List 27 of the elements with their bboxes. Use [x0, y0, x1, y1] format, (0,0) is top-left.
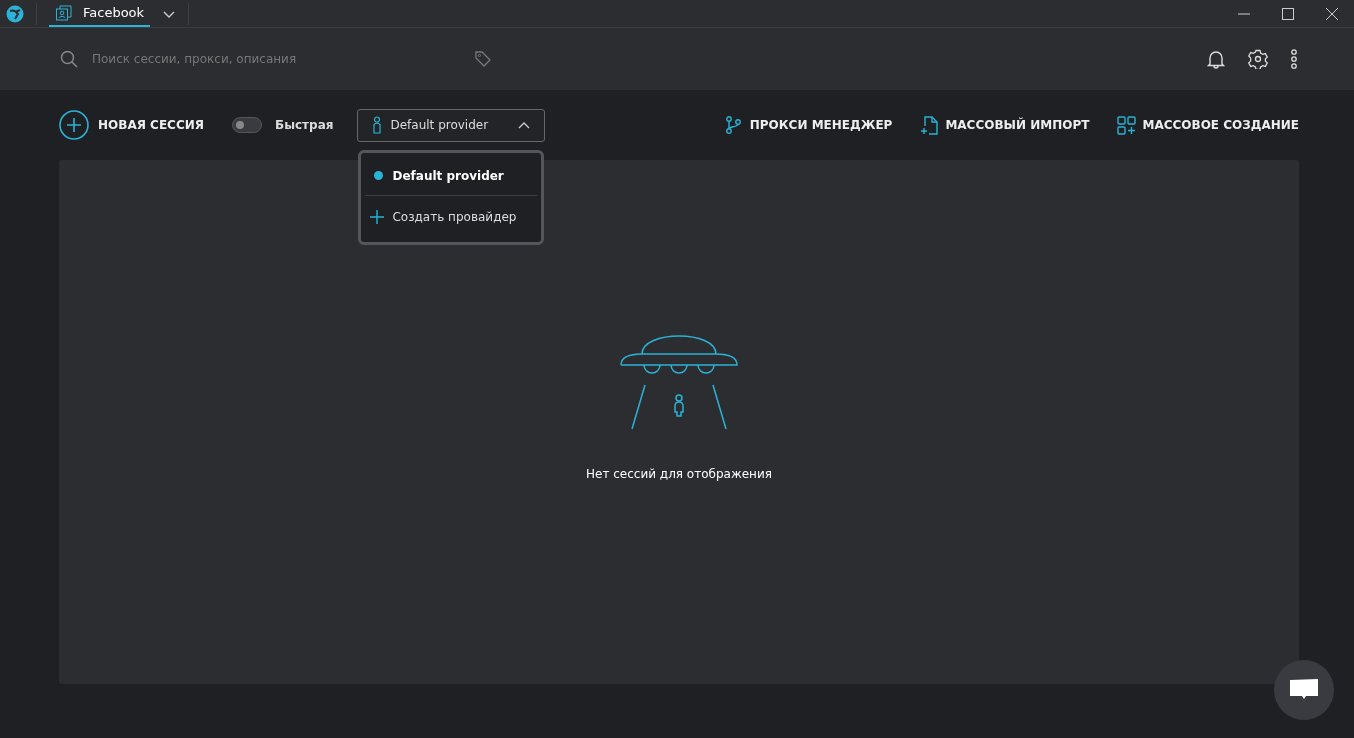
- plus-circle-icon: [59, 110, 89, 140]
- more-icon[interactable]: [1290, 49, 1298, 69]
- search-icon: [60, 50, 78, 68]
- branch-icon: [724, 115, 744, 135]
- tag-icon: [474, 50, 492, 68]
- grid-plus-icon: [1117, 115, 1137, 135]
- action-button[interactable]: МАССОВОЕ СОЗДАНИЕ: [1117, 115, 1299, 135]
- provider-option[interactable]: Default provider: [365, 158, 538, 193]
- empty-message: Нет сессий для отображения: [586, 467, 772, 481]
- quick-toggle[interactable]: [232, 117, 262, 133]
- file-plus-icon: [920, 115, 940, 135]
- plus-icon: [370, 209, 385, 224]
- settings-icon[interactable]: [1248, 49, 1268, 69]
- profiles-icon: [55, 3, 73, 22]
- create-provider-item[interactable]: Создать провайдер: [365, 197, 538, 236]
- provider-select[interactable]: Default provider: [357, 108, 546, 142]
- new-session-button[interactable]: НОВАЯ СЕССИЯ: [59, 110, 204, 140]
- action-button[interactable]: МАССОВЫЙ ИМПОРТ: [920, 115, 1090, 135]
- close-icon[interactable]: [1326, 7, 1338, 20]
- toggle-label: Быстрая: [275, 118, 334, 132]
- person-icon: [372, 116, 383, 134]
- search-field[interactable]: Поиск сессии, прокси, описания: [90, 51, 462, 67]
- app-logo-icon: [6, 4, 24, 23]
- chevron-up-icon: [518, 121, 531, 129]
- action-button[interactable]: ПРОКСИ МЕНЕДЖЕР: [724, 115, 893, 135]
- bell-icon[interactable]: [1206, 49, 1226, 69]
- maximize-icon[interactable]: [1282, 7, 1294, 20]
